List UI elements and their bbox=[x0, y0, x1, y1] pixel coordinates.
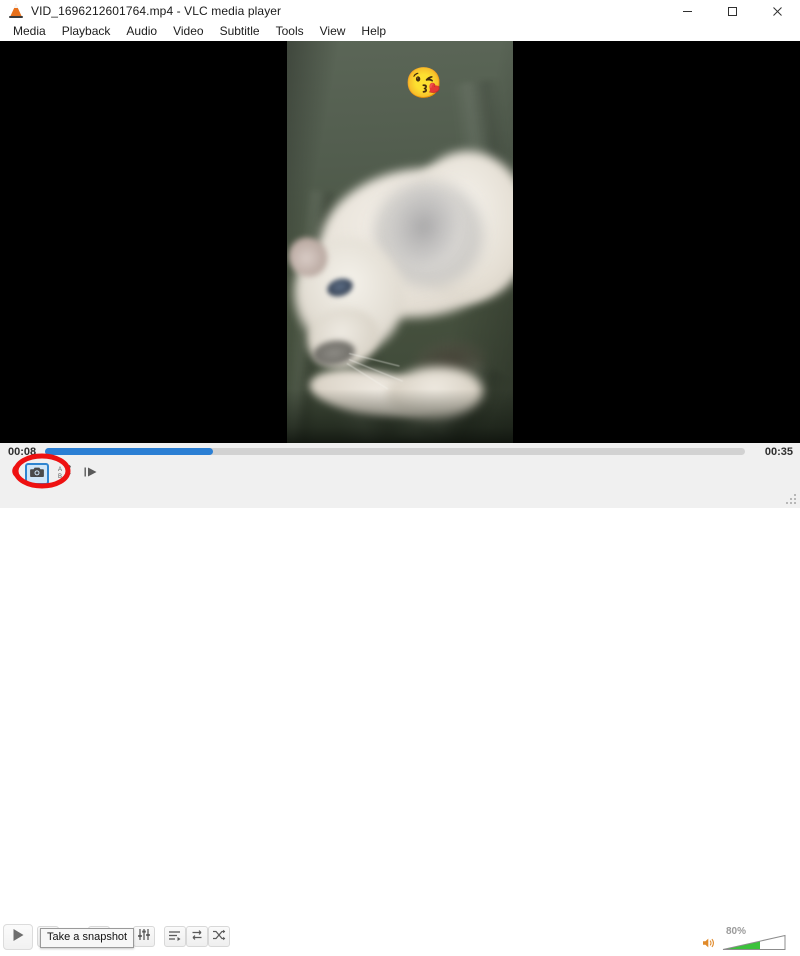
frame-step-icon bbox=[83, 465, 99, 483]
extended-toolbar: A B bbox=[0, 462, 800, 486]
vlc-window: VID_1696212601764.mp4 - VLC media player… bbox=[0, 0, 800, 508]
title-bar: VID_1696212601764.mp4 - VLC media player bbox=[0, 0, 800, 23]
window-title: VID_1696212601764.mp4 - VLC media player bbox=[31, 4, 281, 18]
elapsed-time[interactable]: 00:08 bbox=[8, 446, 36, 458]
tooltip: Take a snapshot bbox=[40, 928, 134, 948]
seek-row: 00:08 00:35 bbox=[0, 443, 800, 463]
svg-text:B: B bbox=[58, 474, 62, 480]
camera-icon bbox=[30, 465, 44, 483]
cat-subject bbox=[287, 41, 513, 443]
play-button[interactable] bbox=[3, 924, 33, 950]
loop-icon bbox=[190, 928, 204, 946]
equalizer-button[interactable] bbox=[133, 926, 155, 947]
menu-bar: Media Playback Audio Video Subtitle Tool… bbox=[0, 22, 800, 41]
resize-grip[interactable] bbox=[786, 494, 798, 506]
menu-item-help[interactable]: Help bbox=[353, 23, 394, 41]
shuffle-button[interactable] bbox=[208, 926, 230, 947]
emoji-overlay: 😘 bbox=[405, 69, 442, 99]
menu-item-tools[interactable]: Tools bbox=[268, 23, 312, 41]
playlist-button[interactable] bbox=[164, 926, 186, 947]
close-icon[interactable] bbox=[755, 0, 800, 22]
snapshot-button[interactable] bbox=[25, 463, 49, 485]
volume-control[interactable]: 80% bbox=[700, 927, 795, 951]
menu-item-subtitle[interactable]: Subtitle bbox=[212, 23, 268, 41]
total-time[interactable]: 00:35 bbox=[765, 446, 793, 458]
speaker-icon[interactable] bbox=[702, 936, 715, 954]
svg-text:A: A bbox=[58, 467, 62, 473]
shuffle-icon bbox=[212, 928, 226, 946]
seek-progress bbox=[45, 448, 213, 455]
menu-item-media[interactable]: Media bbox=[5, 23, 54, 41]
playlist-icon bbox=[168, 928, 182, 946]
ab-loop-icon: A B bbox=[57, 464, 73, 485]
minimize-icon[interactable] bbox=[665, 0, 710, 22]
volume-slider[interactable] bbox=[722, 934, 788, 956]
menu-item-audio[interactable]: Audio bbox=[118, 23, 165, 41]
menu-item-video[interactable]: Video bbox=[165, 23, 211, 41]
menu-item-view[interactable]: View bbox=[312, 23, 354, 41]
video-frame: 😘 bbox=[287, 41, 513, 443]
ab-loop-button[interactable]: A B bbox=[53, 463, 77, 485]
seek-slider[interactable] bbox=[45, 448, 745, 455]
maximize-icon[interactable] bbox=[710, 0, 755, 22]
window-controls bbox=[665, 0, 800, 22]
control-bar: 00:08 00:35 A bbox=[0, 443, 800, 508]
loop-button[interactable] bbox=[186, 926, 208, 947]
frame-by-frame-button[interactable] bbox=[79, 463, 103, 485]
video-surface[interactable]: 😘 bbox=[0, 41, 800, 443]
menu-item-playback[interactable]: Playback bbox=[54, 23, 119, 41]
play-icon bbox=[12, 928, 25, 947]
vlc-cone-icon bbox=[8, 3, 24, 19]
sliders-icon bbox=[137, 928, 151, 946]
